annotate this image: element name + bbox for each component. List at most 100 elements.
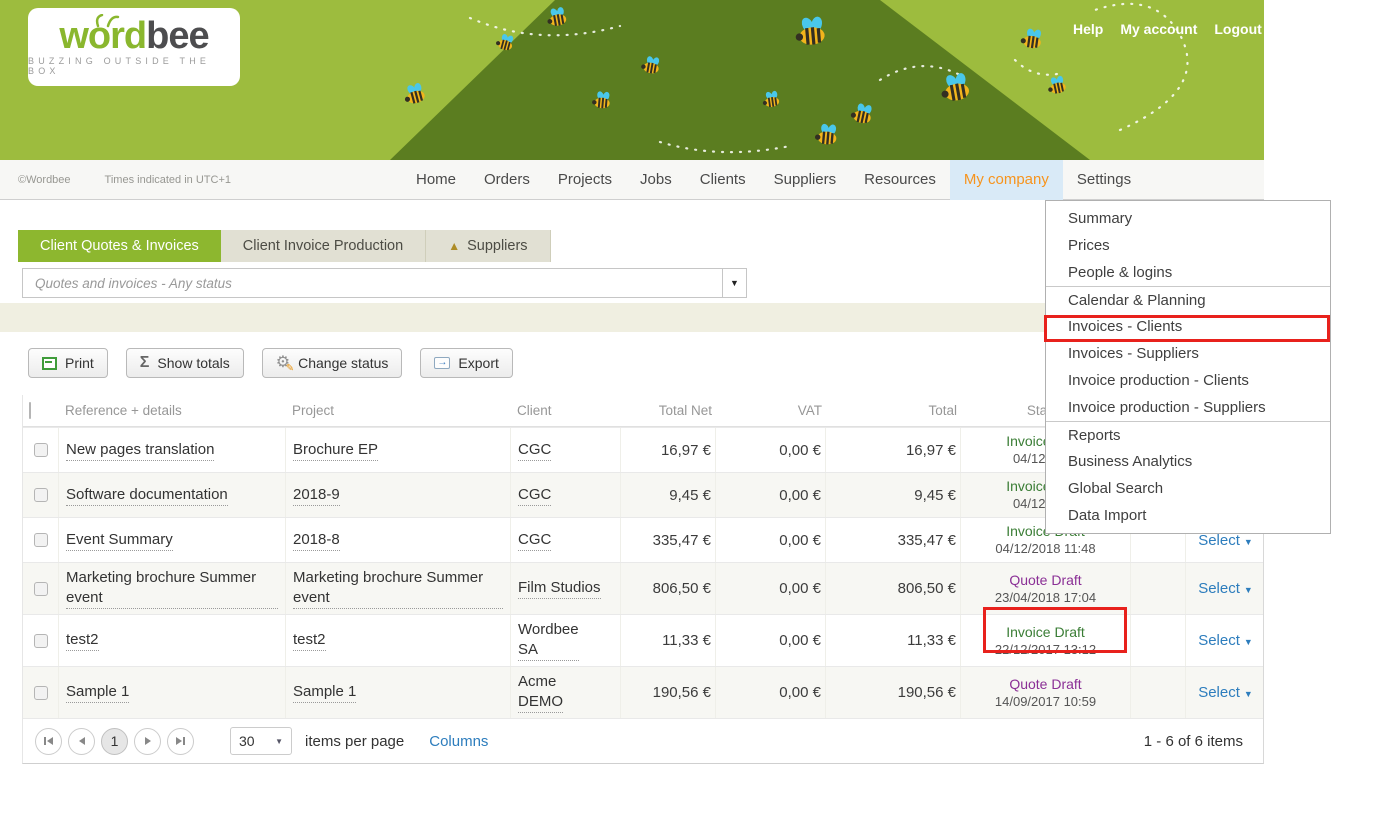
select-menu-button[interactable]: Select▼: [1198, 532, 1253, 549]
status-label: Invoice Draft: [1006, 624, 1085, 640]
client-link[interactable]: CGC: [518, 530, 551, 551]
col-header-total: Total: [826, 403, 961, 418]
project-link[interactable]: Sample 1: [293, 682, 356, 703]
status-date: 22/12/2017 13:12: [995, 642, 1096, 657]
first-page-button[interactable]: [35, 728, 62, 755]
status-date: 14/09/2017 10:59: [995, 694, 1096, 709]
pagination-bar: 1 30▼ items per page Columns 1 - 6 of 6 …: [23, 718, 1263, 763]
menu-item-invoices-suppliers[interactable]: Invoices - Suppliers: [1046, 340, 1330, 367]
row-checkbox[interactable]: [34, 533, 48, 547]
previous-page-button[interactable]: [68, 728, 95, 755]
chevron-down-icon: ▼: [1244, 585, 1253, 595]
page-size-select[interactable]: 30▼: [230, 727, 292, 755]
main-navbar: ©Wordbee Times indicated in UTC+1 Home O…: [0, 160, 1264, 200]
copyright-label: ©Wordbee: [18, 174, 71, 186]
my-account-link[interactable]: My account: [1120, 21, 1197, 37]
filter-dropdown-button[interactable]: ▼: [723, 268, 747, 298]
menu-item-summary[interactable]: Summary: [1046, 205, 1330, 232]
select-menu-button[interactable]: Select▼: [1198, 684, 1253, 701]
nav-item-projects[interactable]: Projects: [544, 160, 626, 200]
page-size-value: 30: [239, 733, 255, 749]
status-date: 04/12/2018 11:48: [995, 541, 1095, 556]
export-button[interactable]: → Export: [420, 348, 512, 378]
client-link[interactable]: Wordbee SA: [518, 620, 579, 661]
total-value: 335,47 €: [826, 518, 961, 562]
row-checkbox[interactable]: [34, 634, 48, 648]
row-checkbox[interactable]: [34, 582, 48, 596]
logout-link[interactable]: Logout: [1214, 21, 1261, 37]
reference-link[interactable]: Software documentation: [66, 485, 228, 506]
total-net-value: 190,56 €: [621, 667, 716, 718]
reference-link[interactable]: Event Summary: [66, 530, 173, 551]
export-icon: →: [434, 357, 450, 369]
reference-link[interactable]: New pages translation: [66, 440, 214, 461]
show-totals-button[interactable]: Σ Show totals: [126, 348, 244, 378]
project-link[interactable]: 2018-9: [293, 485, 340, 506]
status-filter-select[interactable]: Quotes and invoices - Any status: [22, 268, 723, 298]
tab-client-quotes-invoices[interactable]: Client Quotes & Invoices: [18, 230, 221, 262]
client-link[interactable]: CGC: [518, 440, 551, 461]
nav-item-orders[interactable]: Orders: [470, 160, 544, 200]
next-page-button[interactable]: [134, 728, 161, 755]
menu-item-calendar-planning[interactable]: Calendar & Planning: [1046, 286, 1330, 313]
menu-item-invoice-production-clients[interactable]: Invoice production - Clients: [1046, 367, 1330, 394]
status-date: 23/04/2018 17:04: [995, 590, 1096, 605]
nav-item-my-company[interactable]: My company: [950, 160, 1063, 200]
total-value: 16,97 €: [826, 428, 961, 472]
tab-suppliers[interactable]: ▲Suppliers: [426, 230, 550, 262]
change-status-button[interactable]: ⚙✎ Change status: [262, 348, 403, 378]
vat-value: 0,00 €: [716, 667, 826, 718]
client-link[interactable]: Film Studios: [518, 578, 601, 599]
menu-item-invoices-clients[interactable]: Invoices - Clients: [1046, 313, 1330, 340]
columns-link[interactable]: Columns: [429, 733, 488, 750]
nav-item-resources[interactable]: Resources: [850, 160, 950, 200]
nav-item-settings[interactable]: Settings: [1063, 160, 1145, 200]
row-checkbox[interactable]: [34, 443, 48, 457]
up-arrow-icon: ▲: [448, 240, 460, 252]
show-totals-label: Show totals: [157, 355, 229, 371]
nav-item-suppliers[interactable]: Suppliers: [760, 160, 851, 200]
project-link[interactable]: Marketing brochure Summer event: [293, 568, 503, 609]
reference-link[interactable]: Marketing brochure Summer event: [66, 568, 278, 609]
export-label: Export: [458, 355, 498, 371]
total-net-value: 335,47 €: [621, 518, 716, 562]
logo-antennae-icon: [92, 14, 120, 28]
menu-item-reports[interactable]: Reports: [1046, 421, 1330, 448]
sigma-icon: Σ: [140, 355, 150, 371]
project-link[interactable]: 2018-8: [293, 530, 340, 551]
tab-client-invoice-production[interactable]: Client Invoice Production: [221, 230, 426, 262]
table-row: Sample 1 Sample 1 Acme DEMO 190,56 € 0,0…: [23, 666, 1263, 718]
reference-link[interactable]: Sample 1: [66, 682, 129, 703]
menu-item-business-analytics[interactable]: Business Analytics: [1046, 448, 1330, 475]
gear-icon: ⚙✎: [276, 355, 290, 371]
menu-item-global-search[interactable]: Global Search: [1046, 475, 1330, 502]
row-checkbox[interactable]: [34, 488, 48, 502]
row-checkbox[interactable]: [34, 686, 48, 700]
client-link[interactable]: Acme DEMO: [518, 672, 563, 713]
status-label: Quote Draft: [1009, 676, 1081, 692]
menu-item-prices[interactable]: Prices: [1046, 232, 1330, 259]
menu-item-data-import[interactable]: Data Import: [1046, 502, 1330, 529]
print-button[interactable]: Print: [28, 348, 108, 378]
total-value: 11,33 €: [826, 615, 961, 666]
help-link[interactable]: Help: [1073, 21, 1103, 37]
select-all-checkbox[interactable]: [29, 402, 31, 419]
status-badge: Quote Draft23/04/2018 17:04: [995, 572, 1096, 606]
reference-link[interactable]: test2: [66, 630, 99, 651]
page-number-button[interactable]: 1: [101, 728, 128, 755]
project-link[interactable]: test2: [293, 630, 326, 651]
last-page-button[interactable]: [167, 728, 194, 755]
total-value: 190,56 €: [826, 667, 961, 718]
menu-item-people-logins[interactable]: People & logins: [1046, 259, 1330, 286]
client-link[interactable]: CGC: [518, 485, 551, 506]
vat-value: 0,00 €: [716, 615, 826, 666]
total-net-value: 11,33 €: [621, 615, 716, 666]
nav-item-jobs[interactable]: Jobs: [626, 160, 686, 200]
select-menu-button[interactable]: Select▼: [1198, 632, 1253, 649]
menu-item-invoice-production-suppliers[interactable]: Invoice production - Suppliers: [1046, 394, 1330, 421]
nav-item-clients[interactable]: Clients: [686, 160, 760, 200]
select-menu-button[interactable]: Select▼: [1198, 580, 1253, 597]
col-header-client: Client: [511, 403, 621, 418]
nav-item-home[interactable]: Home: [402, 160, 470, 200]
project-link[interactable]: Brochure EP: [293, 440, 378, 461]
